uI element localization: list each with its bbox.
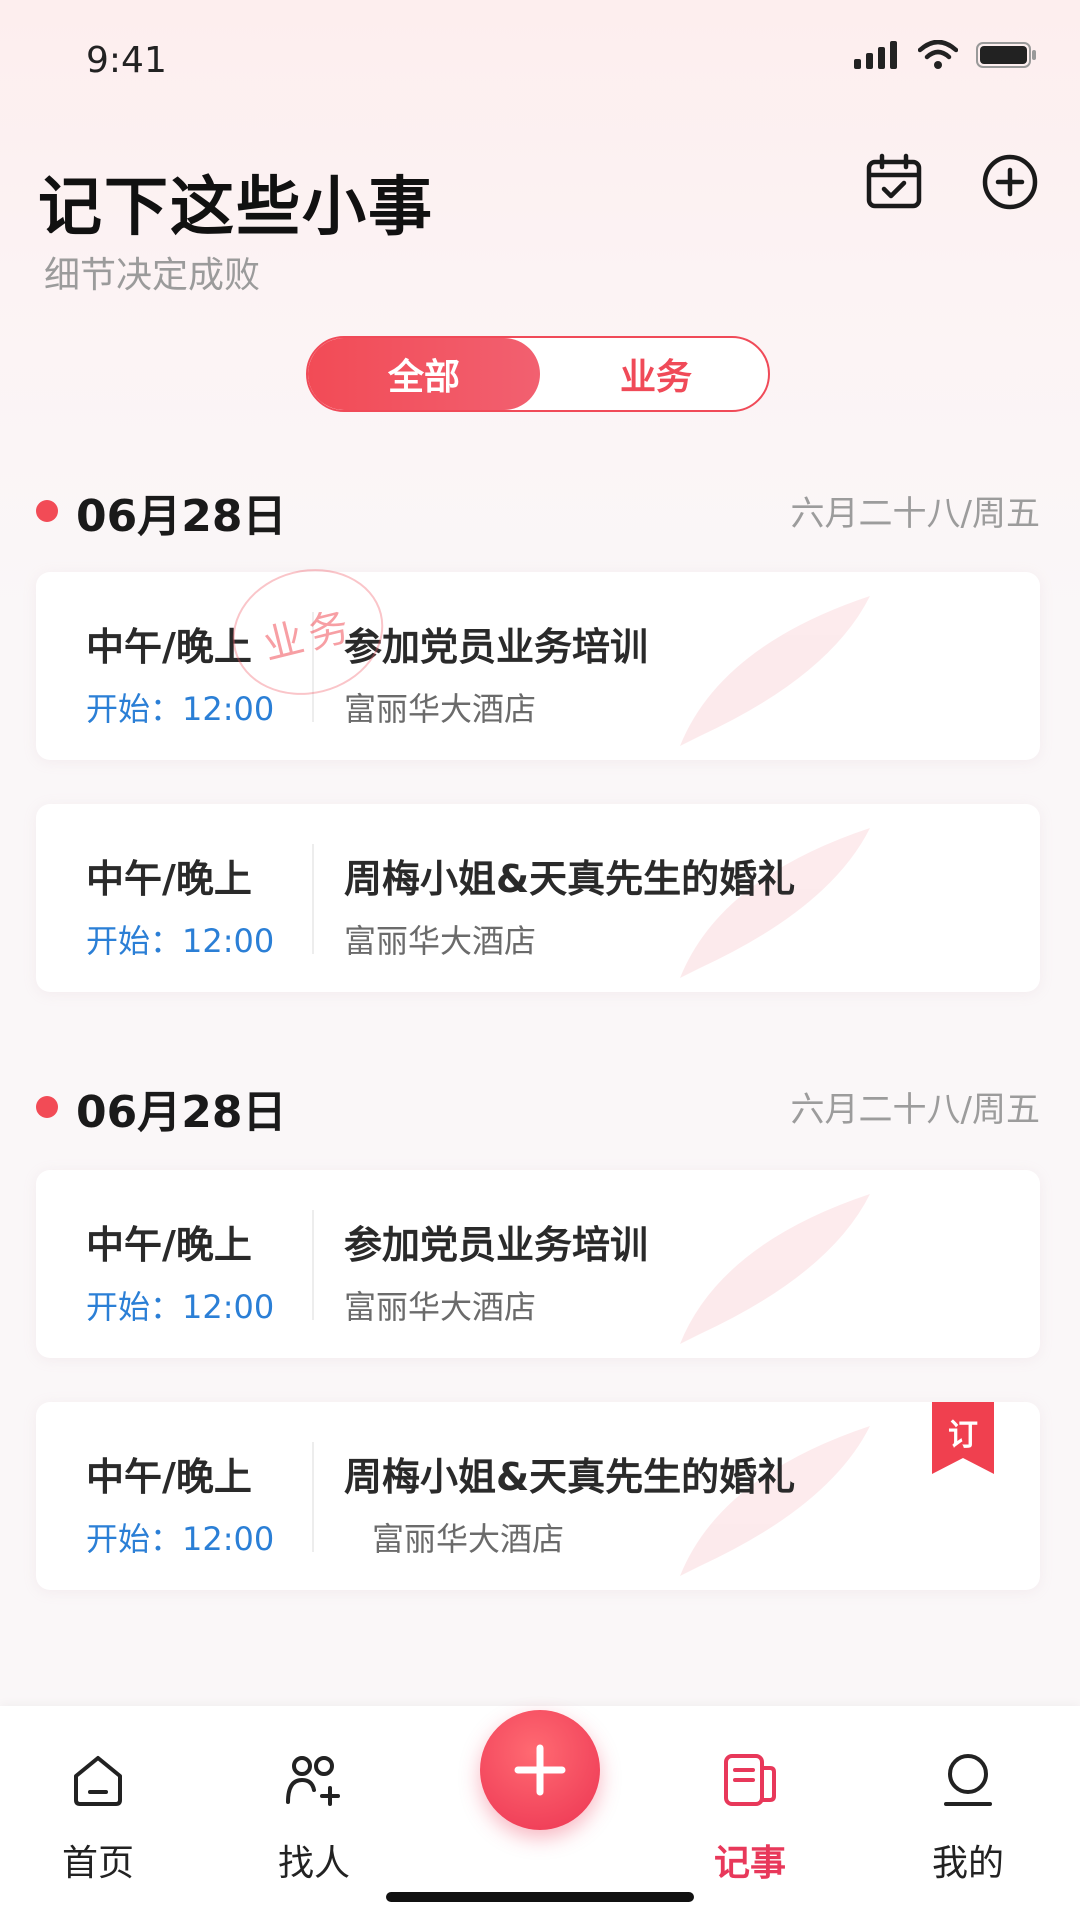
add-person-icon	[280, 1746, 348, 1814]
event-card[interactable]: 中午/晚上 开始：12:00 参加党员业务培训 富丽华大酒店	[36, 572, 1040, 760]
event-title: 周梅小姐&天真先生的婚礼	[344, 1455, 796, 1499]
event-card[interactable]: 订 中午/晚上 开始：12:00 周梅小姐&天真先生的婚礼 富丽华大酒店	[36, 1402, 1040, 1590]
filter-segmented-control: 全部 业务	[306, 336, 770, 412]
page-title: 记下这些小事	[38, 171, 434, 245]
add-event-button[interactable]	[978, 150, 1042, 214]
calendar-check-icon	[866, 153, 922, 209]
date-label: 06月28日	[76, 491, 287, 542]
date-dot	[36, 500, 58, 522]
notes-icon	[716, 1746, 784, 1814]
status-bar: 9:41	[0, 0, 1080, 120]
date-header: 06月28日 六月二十八/周五	[36, 1074, 1040, 1138]
event-start-time: 开始：12:00	[86, 690, 275, 728]
tab-all[interactable]: 全部	[308, 338, 540, 410]
home-indicator	[386, 1892, 694, 1902]
event-card[interactable]: 中午/晚上 开始：12:00 参加党员业务培训 富丽华大酒店	[36, 1170, 1040, 1358]
lunar-date-label: 六月二十八/周五	[790, 1090, 1040, 1130]
event-start-time: 开始：12:00	[86, 1520, 275, 1558]
battery-icon	[976, 42, 1036, 68]
page-subtitle: 细节决定成败	[44, 255, 261, 296]
calendar-button[interactable]	[862, 150, 926, 214]
date-dot	[36, 1096, 58, 1118]
event-title: 周梅小姐&天真先生的婚礼	[344, 857, 796, 901]
home-icon	[64, 1746, 132, 1814]
date-header: 06月28日 六月二十八/周五	[36, 478, 1040, 542]
lunar-date-label: 六月二十八/周五	[790, 494, 1040, 534]
status-icons	[854, 40, 1038, 70]
tab-home-label: 首页	[61, 1843, 134, 1884]
tab-home[interactable]: 首页	[28, 1736, 168, 1884]
tab-business[interactable]: 业务	[540, 338, 768, 410]
event-period: 中午/晚上	[86, 857, 252, 901]
signal-icon	[854, 41, 897, 69]
wifi-icon	[918, 40, 958, 69]
event-location: 富丽华大酒店	[372, 1520, 565, 1558]
event-start-time: 开始：12:00	[86, 1288, 275, 1326]
tab-profile[interactable]: 我的	[898, 1736, 1038, 1884]
status-time: 9:41	[86, 40, 167, 81]
event-card[interactable]: 中午/晚上 开始：12:00 周梅小姐&天真先生的婚礼 富丽华大酒店	[36, 804, 1040, 992]
event-location: 富丽华大酒店	[344, 922, 537, 960]
plus-icon	[514, 1744, 566, 1796]
feather-decoration-icon	[680, 596, 870, 746]
tab-notes[interactable]: 记事	[680, 1736, 820, 1884]
feather-decoration-icon	[680, 1426, 870, 1576]
card-divider	[312, 844, 314, 954]
card-divider	[312, 1210, 314, 1320]
feather-decoration-icon	[680, 1194, 870, 1344]
event-title: 参加党员业务培训	[344, 625, 649, 669]
event-location: 富丽华大酒店	[344, 690, 537, 728]
feather-decoration-icon	[680, 828, 870, 978]
event-title: 参加党员业务培训	[344, 1223, 649, 1267]
tab-profile-label: 我的	[931, 1843, 1004, 1884]
tab-find-people[interactable]: 找人	[244, 1736, 384, 1884]
plus-circle-icon	[982, 154, 1038, 210]
tab-notes-label: 记事	[713, 1843, 786, 1884]
date-label: 06月28日	[76, 1087, 287, 1138]
event-start-time: 开始：12:00	[86, 922, 275, 960]
event-period: 中午/晚上	[86, 1223, 252, 1267]
profile-icon	[934, 1746, 1002, 1814]
booked-badge: 订	[948, 1418, 978, 1453]
tab-find-people-label: 找人	[277, 1843, 350, 1884]
event-period: 中午/晚上	[86, 1455, 252, 1499]
event-location: 富丽华大酒店	[344, 1288, 537, 1326]
card-divider	[312, 1442, 314, 1552]
page-header: 记下这些小事 细节决定成败	[38, 150, 1042, 300]
event-period: 中午/晚上	[86, 625, 252, 669]
add-fab-button[interactable]	[480, 1710, 600, 1830]
